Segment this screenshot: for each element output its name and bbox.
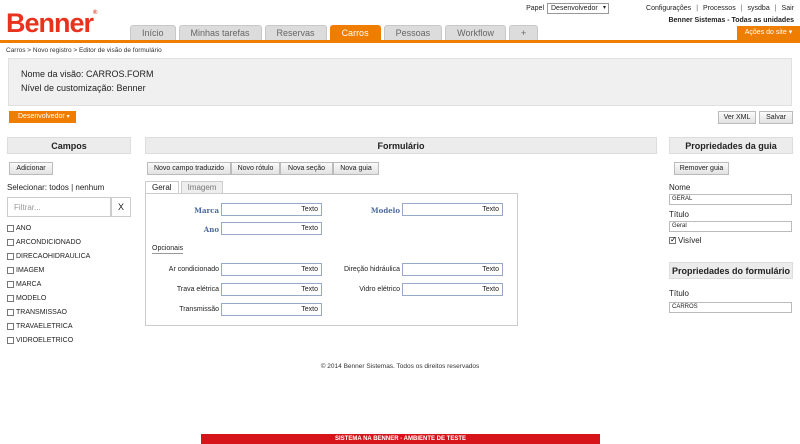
field-label-modelo: Modelo (370, 206, 400, 215)
chevron-down-icon: ▾ (66, 114, 70, 120)
checkbox[interactable] (7, 266, 14, 274)
nova-guia-button[interactable]: Nova guia (333, 162, 379, 175)
tab-pessoas[interactable]: Pessoas (383, 25, 443, 40)
novo-campo-traduzido-button[interactable]: Novo campo traduzido (147, 162, 231, 175)
tab-reservas[interactable]: Reservas (264, 25, 327, 40)
nome-input[interactable]: GERAL (669, 194, 792, 205)
tab-inicio[interactable]: Início (130, 25, 176, 40)
link-user[interactable]: sysdba (748, 5, 770, 12)
prop-guia-header: Propriedades da guia (669, 137, 793, 154)
visivel-row: Visível (669, 235, 701, 245)
novo-rotulo-button[interactable]: Novo rótulo (231, 162, 280, 175)
checkbox[interactable] (7, 336, 14, 344)
field-label-direcao: Direção hidráulica (343, 266, 400, 273)
select-none-link[interactable]: nenhum (75, 183, 104, 192)
nova-secao-button[interactable]: Nova seção (280, 162, 333, 175)
breadcrumb: Carros > Novo registro > Editor de visão… (6, 47, 162, 54)
field-modelo[interactable]: Texto (402, 203, 503, 216)
adicionar-button[interactable]: Adicionar (9, 162, 53, 175)
checkbox[interactable] (7, 280, 14, 288)
chevron-down-icon: ▾ (788, 29, 793, 36)
checkbox[interactable] (7, 322, 14, 330)
select-all-link[interactable]: todos (49, 183, 69, 192)
field-list: ANO ARCONDICIONADO DIRECAOHIDRAULICA IMA… (7, 221, 90, 347)
list-item[interactable]: ARCONDICIONADO (7, 235, 90, 249)
formulario-header: Formulário (145, 137, 657, 154)
remover-guia-button[interactable]: Remover guia (674, 162, 729, 175)
link-processos[interactable]: Processos (703, 5, 736, 12)
list-item[interactable]: MARCA (7, 277, 90, 291)
filter-input[interactable]: Filtrar... (7, 197, 111, 217)
field-ano[interactable]: Texto (221, 222, 322, 235)
link-configuracoes[interactable]: Configurações (646, 5, 691, 12)
field-marca[interactable]: Texto (221, 203, 322, 216)
field-label-transmissao: Transmissão (179, 306, 219, 313)
field-label-ar: Ar condicionado (168, 266, 219, 273)
list-item[interactable]: TRAVAELETRICA (7, 319, 90, 333)
field-ar[interactable]: Texto (221, 263, 322, 276)
tab-minhas-tarefas[interactable]: Minhas tarefas (178, 25, 262, 40)
papel-selector: Papel Desenvolvedor ▾ (526, 3, 609, 14)
titulo-input[interactable]: Geral (669, 221, 792, 232)
checkbox[interactable] (7, 294, 14, 302)
field-label-trava: Trava elétrica (176, 286, 219, 293)
close-icon: X (117, 202, 124, 212)
company-name: Benner Sistemas - Todas as unidades (668, 17, 794, 24)
tab-add[interactable]: + (508, 25, 539, 40)
list-item[interactable]: ANO (7, 221, 90, 235)
chevron-down-icon: ▾ (602, 5, 606, 11)
tab-carros[interactable]: Carros (329, 25, 381, 40)
tab-workflow[interactable]: Workflow (445, 25, 506, 40)
view-info-box: Nome da visão: CARROS.FORM Nível de cust… (8, 58, 792, 106)
prop-form-header: Propriedades do formulário (669, 262, 793, 279)
main-nav: Início Minhas tarefas Reservas Carros Pe… (130, 25, 539, 40)
field-label-vidro: Vidro elétrico (359, 286, 400, 293)
clear-filter-button[interactable]: X (111, 197, 131, 217)
titulo-label: Título (669, 210, 690, 219)
field-vidro[interactable]: Texto (402, 283, 503, 296)
ver-xml-button[interactable]: Ver XML (718, 111, 756, 124)
field-label-marca: Marca (194, 206, 219, 215)
checkbox[interactable] (7, 308, 14, 316)
form-toolbar: Novo campo traduzido Novo rótulo Nova se… (147, 162, 379, 175)
list-item[interactable]: DIRECAOHIDRAULICA (7, 249, 90, 263)
list-item[interactable]: VIDROELETRICO (7, 333, 90, 347)
footer-copyright: © 2014 Benner Sistemas. Todos os direito… (320, 363, 480, 370)
nome-label: Nome (669, 183, 691, 192)
top-links: Configurações | Processos | sysdba | Sai… (646, 5, 794, 12)
acoes-do-site-button[interactable]: Ações do site ▾ (737, 26, 800, 40)
benner-logo: Benner® (6, 8, 98, 38)
field-direcao[interactable]: Texto (402, 263, 503, 276)
checkbox[interactable] (7, 252, 14, 260)
field-transmissao[interactable]: Texto (221, 303, 322, 316)
visivel-checkbox[interactable] (669, 235, 677, 244)
campos-header: Campos (7, 137, 131, 154)
link-sair[interactable]: Sair (782, 5, 794, 12)
field-trava[interactable]: Texto (221, 283, 322, 296)
form-titulo-label: Título (669, 289, 690, 298)
list-item[interactable]: TRANSMISSAO (7, 305, 90, 319)
nav-underline (0, 40, 800, 43)
environment-banner: SISTEMA NA BENNER - AMBIENTE DE TESTE (201, 434, 600, 444)
section-opcionais: Opcionais (152, 245, 184, 254)
list-item[interactable]: IMAGEM (7, 263, 90, 277)
form-titulo-input[interactable]: CARROS (669, 302, 792, 313)
customization-level: Nível de customização: Benner (21, 83, 146, 93)
salvar-button[interactable]: Salvar (759, 111, 793, 124)
view-name: Nome da visão: CARROS.FORM (21, 69, 154, 79)
list-item[interactable]: MODELO (7, 291, 90, 305)
form-canvas: Marca Texto Modelo Texto Ano Texto Opcio… (145, 193, 518, 326)
papel-select[interactable]: Desenvolvedor ▾ (547, 3, 609, 14)
field-label-ano: Ano (203, 225, 219, 234)
checkbox[interactable] (7, 224, 14, 232)
papel-label: Papel (526, 5, 544, 12)
selecionar-row: Selecionar: todos | nenhum (7, 183, 105, 192)
checkbox[interactable] (7, 238, 14, 246)
developer-badge[interactable]: Desenvolvedor ▾ (9, 111, 76, 123)
